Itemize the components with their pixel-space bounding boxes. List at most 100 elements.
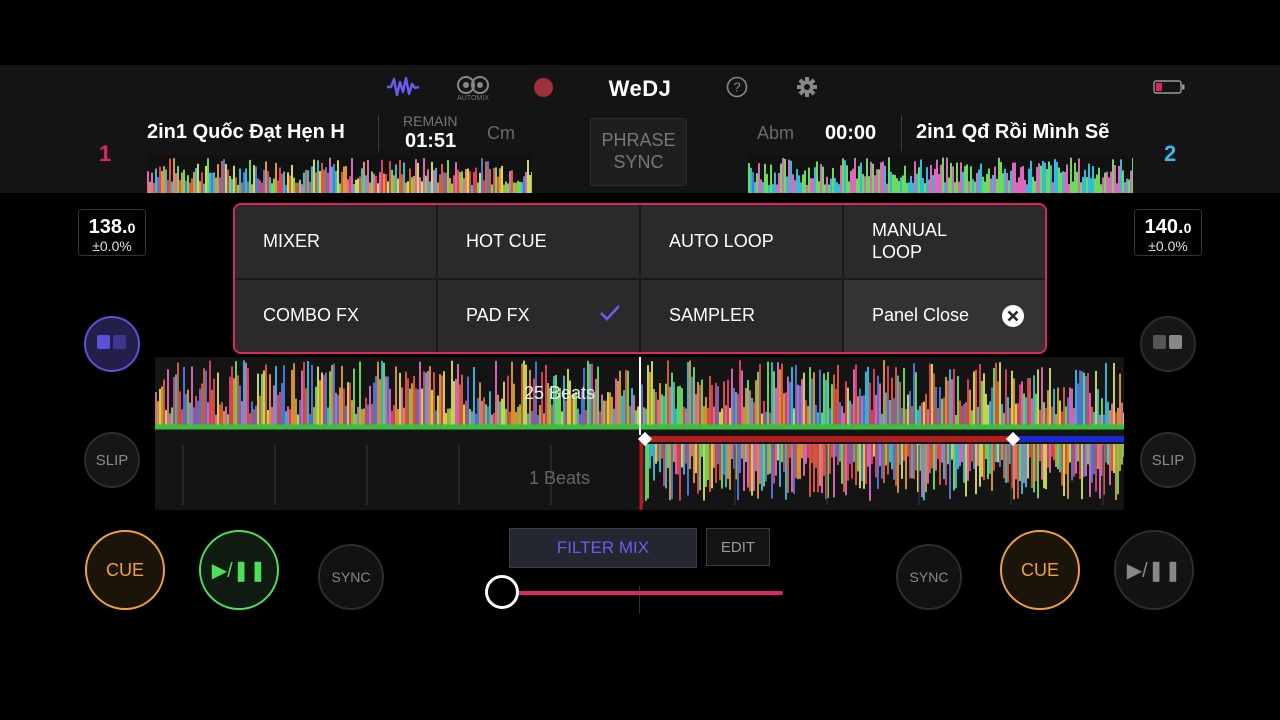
- upper-waveform-bar: [607, 392, 609, 425]
- overview-bar: [367, 159, 369, 193]
- deck2-overview-waveform[interactable]: [748, 155, 1133, 193]
- lower-waveform-bar: [667, 444, 669, 468]
- panel-close-label: Panel Close: [872, 305, 970, 326]
- upper-waveform-bar: [457, 364, 459, 425]
- upper-waveform-bar: [947, 380, 949, 425]
- overview-bar: [1070, 157, 1072, 193]
- upper-waveform-bar: [917, 409, 919, 425]
- upper-waveform-bar: [969, 389, 971, 425]
- deck1-cue-button[interactable]: CUE: [85, 530, 165, 610]
- overview-bar: [419, 177, 421, 193]
- upper-waveform-bar: [901, 408, 903, 425]
- deck2-slip-button[interactable]: SLIP: [1140, 432, 1196, 488]
- overview-bar: [407, 181, 409, 193]
- upper-waveform-bar: [1073, 408, 1075, 425]
- meter-column: [723, 118, 739, 122]
- deck2-play-pause-button[interactable]: ▶/❚❚: [1114, 530, 1194, 610]
- upper-waveform-bar: [303, 362, 305, 425]
- lower-waveform-bar: [1109, 444, 1111, 486]
- deck1-slip-button[interactable]: SLIP: [84, 432, 140, 488]
- overview-bar: [323, 169, 325, 193]
- deck1-mode-button[interactable]: [84, 316, 140, 372]
- overview-bar: [1094, 178, 1096, 193]
- overview-bar: [499, 168, 501, 193]
- overview-bar: [760, 179, 762, 193]
- panel-manual-loop-button[interactable]: MANUAL LOOP: [844, 205, 1045, 278]
- deck2-bpm-display[interactable]: 140.0 ±0.0%: [1134, 209, 1202, 256]
- upper-waveform-bar: [955, 414, 957, 425]
- deck1-track-title[interactable]: 2in1 Quốc Đạt Hẹn H: [147, 121, 365, 144]
- panel-pad-fx-button[interactable]: PAD FX: [438, 279, 639, 352]
- crossfader-knob[interactable]: [485, 575, 519, 609]
- main-waveform[interactable]: [155, 357, 1124, 510]
- overview-bar: [527, 160, 529, 193]
- lower-waveform-bar: [951, 444, 953, 460]
- overview-bar: [1062, 171, 1064, 193]
- overview-bar: [810, 178, 812, 193]
- lower-waveform-bar: [977, 444, 979, 467]
- phrase-sync-button[interactable]: PHRASE SYNC: [590, 118, 687, 186]
- panel-mixer-button[interactable]: MIXER: [235, 205, 436, 278]
- overview-bar: [473, 172, 475, 193]
- panel-sampler-button[interactable]: SAMPLER: [641, 279, 842, 352]
- overview-bar: [489, 169, 491, 193]
- lower-waveform-bar: [983, 444, 985, 481]
- crossfader[interactable]: [484, 572, 784, 616]
- lower-waveform-bar: [651, 444, 653, 457]
- overview-bar: [1050, 165, 1052, 193]
- overview-bar: [1032, 176, 1034, 193]
- panel-close-button[interactable]: Panel Close: [844, 279, 1045, 352]
- deck2-sync-button[interactable]: SYNC: [896, 544, 962, 610]
- lower-waveform-bar: [905, 444, 907, 490]
- overview-bar: [764, 163, 766, 193]
- overview-bar: [529, 174, 531, 193]
- upper-waveform-bar: [251, 401, 253, 425]
- upper-waveform-bar: [891, 377, 893, 425]
- overview-bar: [179, 180, 181, 193]
- deck1-play-pause-button[interactable]: ▶/❚❚: [199, 530, 279, 610]
- upper-waveform-bar: [1017, 403, 1019, 425]
- filter-mix-button[interactable]: FILTER MIX: [509, 528, 697, 568]
- upper-waveform-bar: [257, 373, 259, 425]
- settings-icon[interactable]: [795, 75, 819, 99]
- lower-waveform-bar: [989, 444, 991, 474]
- lower-waveform-bar: [923, 444, 925, 501]
- upper-waveform-bar: [803, 372, 805, 425]
- upper-waveform-bar: [875, 394, 877, 425]
- deck2-mode-button[interactable]: [1140, 316, 1196, 372]
- upper-waveform-bar: [1033, 375, 1035, 425]
- overview-bar: [932, 175, 934, 193]
- upper-waveform-bar: [811, 378, 813, 425]
- panel-hot-cue-button[interactable]: HOT CUE: [438, 205, 639, 278]
- overview-bar: [171, 181, 173, 193]
- overview-bar: [888, 157, 890, 193]
- waveform-icon[interactable]: [385, 74, 421, 100]
- overview-bar: [934, 168, 936, 193]
- edit-button[interactable]: EDIT: [706, 528, 770, 566]
- deck2-track-title[interactable]: 2in1 Qđ Rồi Mình Sẽ: [916, 121, 1130, 144]
- panel-combo-fx-button[interactable]: COMBO FX: [235, 279, 436, 352]
- overview-bar: [165, 169, 167, 193]
- overview-bar: [155, 168, 157, 193]
- overview-bar: [287, 172, 289, 193]
- record-icon[interactable]: [532, 76, 554, 98]
- lower-waveform-bar: [1107, 444, 1109, 465]
- deck1-bpm-display[interactable]: 138.0 ±0.0%: [78, 209, 146, 256]
- upper-waveform-bar: [961, 406, 963, 425]
- phrase-sync-line2: SYNC: [613, 152, 664, 172]
- help-icon[interactable]: ?: [725, 75, 749, 99]
- upper-waveform-bar: [713, 406, 715, 425]
- panel-auto-loop-button[interactable]: AUTO LOOP: [641, 205, 842, 278]
- upper-waveform-bar: [295, 398, 297, 425]
- upper-waveform-bar: [773, 371, 775, 425]
- upper-waveform-bar: [225, 406, 227, 425]
- deck1-overview-waveform[interactable]: [147, 155, 532, 193]
- deck2-cue-button[interactable]: CUE: [1000, 530, 1080, 610]
- automix-icon[interactable]: AUTOMIX: [453, 72, 493, 104]
- overview-bar: [307, 170, 309, 193]
- upper-waveform-bar: [415, 388, 417, 425]
- deck1-sync-button[interactable]: SYNC: [318, 544, 384, 610]
- meter-column: [540, 118, 556, 122]
- overview-bar: [1106, 171, 1108, 193]
- overview-bar: [337, 160, 339, 193]
